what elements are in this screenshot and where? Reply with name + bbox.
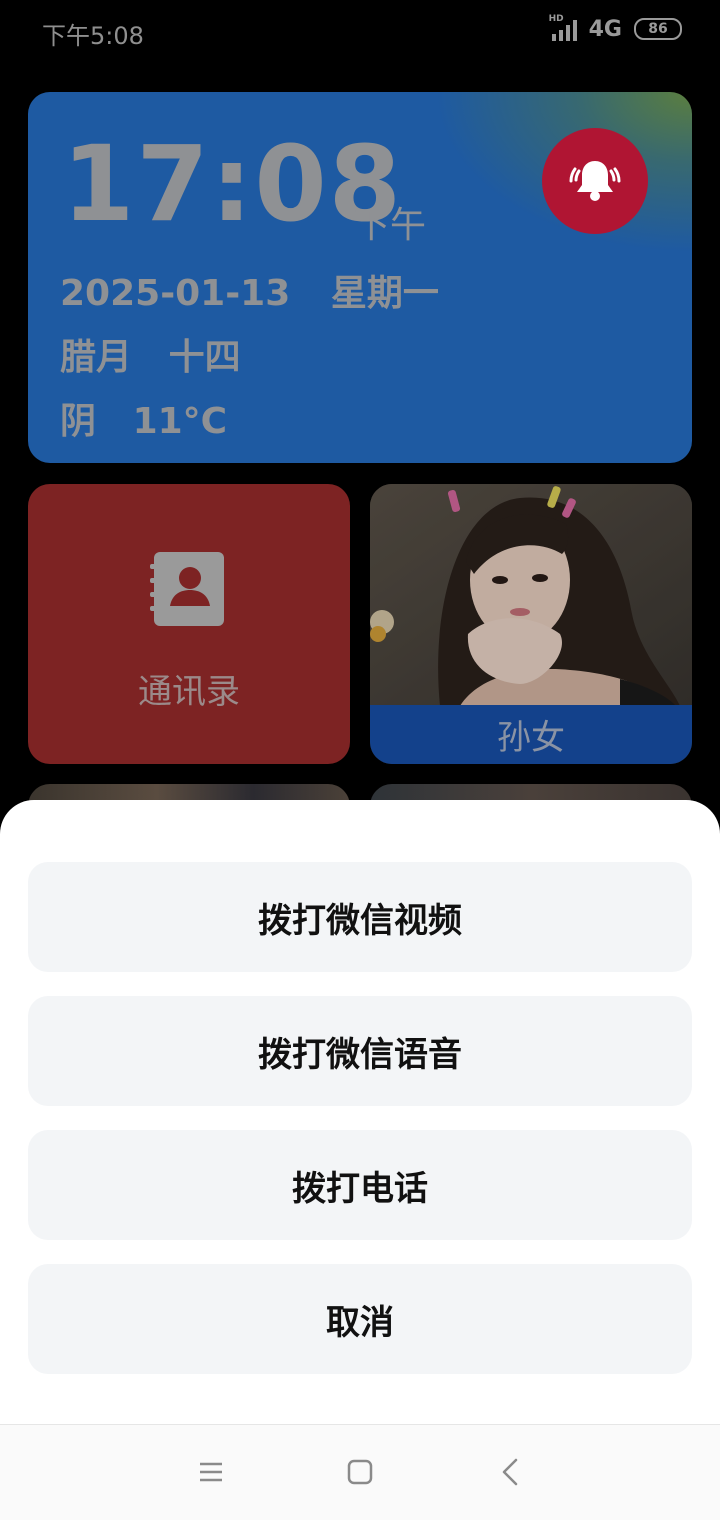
contacts-label: 通讯录 xyxy=(138,672,240,712)
alarm-button[interactable] xyxy=(542,128,648,234)
granddaughter-photo xyxy=(370,484,692,706)
weather-temperature: 11°C xyxy=(132,401,228,442)
lunar-month: 腊月 xyxy=(60,337,133,378)
battery-indicator: 86 xyxy=(634,18,682,40)
contacts-book-icon xyxy=(150,552,224,626)
granddaughter-tile[interactable]: 孙女 xyxy=(370,484,692,764)
wechat-voice-call-button[interactable]: 拨打微信语音 xyxy=(28,996,692,1106)
cancel-button[interactable]: 取消 xyxy=(28,1264,692,1374)
weather-line: 阴 11°C xyxy=(60,392,227,444)
clock-card[interactable]: 17:08 下午 2025-01-13 星期一 腊月 十四 阴 11°C xyxy=(28,92,692,463)
menu-icon[interactable] xyxy=(196,1457,226,1487)
wechat-video-call-button[interactable]: 拨打微信视频 xyxy=(28,862,692,972)
signal-icon: HD xyxy=(549,14,583,42)
clock-date-line: 2025-01-13 星期一 xyxy=(60,264,439,316)
granddaughter-label-bar: 孙女 xyxy=(370,705,692,764)
clock-time: 17:08 xyxy=(62,123,404,245)
alarm-bell-icon xyxy=(569,161,621,201)
clock-ampm: 下午 xyxy=(354,205,427,246)
status-indicators: HD 4G 86 xyxy=(549,14,682,42)
lunar-date-line: 腊月 十四 xyxy=(60,328,241,380)
status-time: 下午5:08 xyxy=(42,22,144,50)
call-action-sheet: 拨打微信视频 拨打微信语音 拨打电话 取消 xyxy=(0,800,720,1424)
phone-call-button[interactable]: 拨打电话 xyxy=(28,1130,692,1240)
phone-screen: 下午5:08 HD 4G 86 17:08 下午 2025-01-13 星期一 … xyxy=(0,0,720,1520)
network-type: 4G xyxy=(588,16,622,42)
weather-condition: 阴 xyxy=(60,401,97,442)
back-icon[interactable] xyxy=(496,1457,526,1487)
system-nav-bar xyxy=(0,1424,720,1520)
status-bar: 下午5:08 HD 4G 86 xyxy=(0,0,720,62)
home-icon[interactable] xyxy=(345,1457,375,1487)
granddaughter-label: 孙女 xyxy=(497,718,565,758)
clock-date: 2025-01-13 xyxy=(60,273,291,314)
contacts-tile[interactable]: 通讯录 xyxy=(28,484,350,764)
clock-weekday: 星期一 xyxy=(330,273,439,314)
lunar-day: 十四 xyxy=(168,337,241,378)
